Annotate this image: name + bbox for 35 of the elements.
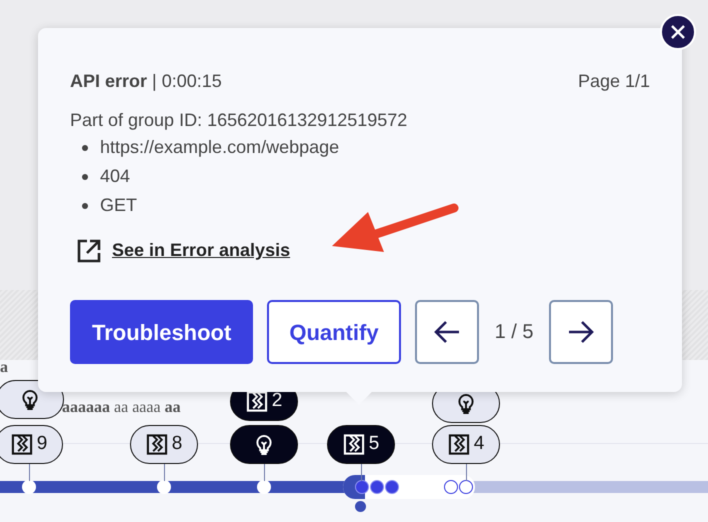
marker-count: 9	[36, 432, 48, 456]
group-id-text: Part of group ID: 16562016132912519572	[70, 109, 408, 132]
bullet-icon	[82, 144, 88, 150]
zigzag-icon	[146, 434, 168, 456]
detail-text: GET	[100, 194, 138, 217]
right-arrow-icon	[567, 320, 596, 344]
marker-count: 4	[474, 432, 484, 456]
zigzag-icon	[342, 434, 365, 456]
event-marker[interactable]: 5	[327, 425, 395, 464]
close-icon	[670, 24, 686, 40]
marker-count: 5	[368, 432, 380, 456]
detail-text: https://example.com/webpage	[100, 136, 340, 159]
pager-text: 1 / 5	[494, 320, 534, 345]
detail-text: 404	[100, 165, 130, 188]
troubleshoot-button[interactable]: Troubleshoot	[70, 300, 254, 364]
quantify-button[interactable]: Quantify	[267, 300, 401, 364]
bullet-icon	[82, 202, 88, 208]
next-button[interactable]	[549, 300, 614, 364]
marker-count: 2	[272, 389, 282, 414]
left-arrow-icon	[432, 320, 461, 344]
marker-count: 8	[172, 432, 182, 456]
insight-marker[interactable]	[230, 425, 298, 464]
zigzag-icon	[448, 434, 470, 456]
zigzag-icon	[10, 434, 33, 456]
external-link-icon[interactable]	[76, 238, 102, 264]
previous-button[interactable]	[414, 300, 479, 364]
background-text: aaaaaa aa aaaaaa	[62, 398, 181, 418]
page-indicator: Page 1/1	[578, 70, 650, 93]
popup-title: API error | 0:00:15	[70, 70, 222, 93]
background-text: a	[0, 358, 8, 378]
event-marker[interactable]: 8	[130, 425, 198, 464]
error-analysis-link[interactable]: See in Error analysis	[112, 237, 290, 264]
bullet-icon	[82, 174, 88, 180]
event-marker[interactable]: 4	[432, 425, 500, 464]
event-marker[interactable]: 9	[0, 425, 63, 464]
